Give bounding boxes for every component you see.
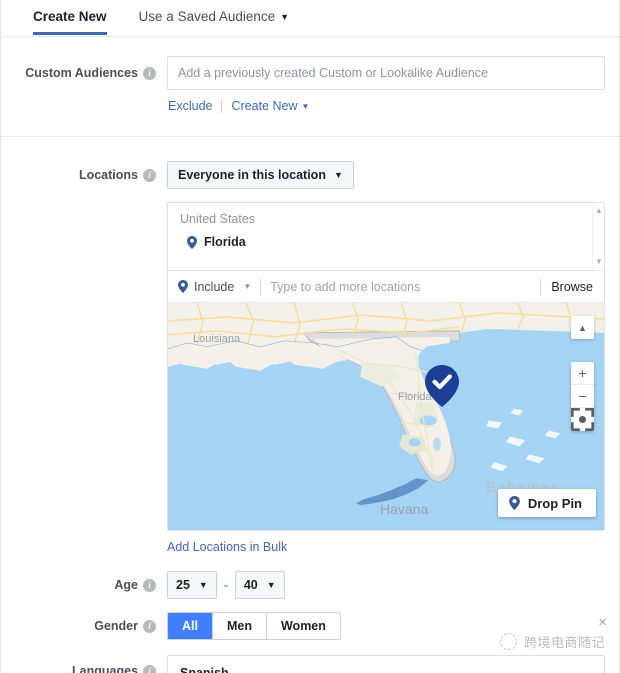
locations-label-group: Locations i [1,161,167,189]
map-collapse-button[interactable]: ▲ [571,316,594,339]
locations-field: Everyone in this location ▼ United State… [167,161,605,556]
tab-use-saved-audience[interactable]: Use a Saved Audience ▼ [139,9,290,34]
gender-option-all[interactable]: All [168,613,213,639]
age-min-value: 25 [176,578,190,592]
chevron-down-icon: ▼ [280,12,290,23]
location-country-header: United States [180,212,256,226]
create-new-audience-link[interactable]: Create New ▼ [231,99,309,113]
gender-label: Gender [94,619,138,633]
divider [260,277,262,296]
locations-row: Locations i Everyone in this location ▼ … [1,137,619,556]
gender-label-group: Gender i [1,612,167,640]
custom-audiences-input[interactable]: Add a previously created Custom or Looka… [167,56,605,90]
age-min-dropdown[interactable]: 25 ▼ [167,571,217,599]
location-add-row: Include ▼ Type to add more locations Bro… [168,270,604,302]
age-range-controls: 25 ▼ - 40 ▼ [167,571,605,599]
age-label-group: Age i [1,571,167,599]
divider [221,99,223,113]
languages-label: Languages [72,664,138,673]
location-scope-dropdown[interactable]: Everyone in this location ▼ [167,161,354,189]
info-icon[interactable]: i [143,578,156,592]
map-zoom-controls: + − [571,362,594,431]
create-new-audience-label: Create New [231,99,298,113]
chevron-up-icon[interactable]: ▲ [593,205,604,217]
location-search-input[interactable]: Type to add more locations [270,280,540,294]
custom-audiences-label-group: Custom Audiences i [1,56,167,90]
gender-field: All Men Women [167,612,605,640]
map-pin-icon [508,496,520,510]
languages-row: Languages i Spanish Enter a language... [1,640,619,673]
location-name: Florida [204,235,246,249]
info-icon[interactable]: i [143,66,156,80]
gender-option-men[interactable]: Men [212,613,267,639]
drop-pin-button[interactable]: Drop Pin [497,489,596,517]
chevron-up-icon: ▲ [578,322,587,333]
languages-field: Spanish Enter a language... [167,655,605,673]
location-scope-value: Everyone in this location [178,168,326,182]
chevron-down-icon: ▼ [333,170,343,180]
map-recenter-button[interactable] [571,408,594,431]
custom-audiences-label: Custom Audiences [25,66,138,80]
info-icon[interactable]: i [143,168,156,182]
languages-box: Spanish Enter a language... [167,655,605,673]
add-locations-in-bulk-link[interactable]: Add Locations in Bulk [167,540,287,554]
close-icon[interactable]: × [598,614,607,631]
age-max-dropdown[interactable]: 40 ▼ [234,571,285,599]
map-pin-icon [187,235,197,249]
map-zoom-out-button[interactable]: − [571,385,594,408]
fullscreen-icon [571,408,594,431]
tab-use-saved-audience-label: Use a Saved Audience [138,9,276,24]
languages-label-group: Languages i [1,655,167,673]
tab-create-new-label: Create New [33,9,107,24]
include-label: Include [194,279,235,294]
custom-audiences-row: Custom Audiences i Add a previously crea… [1,37,619,136]
list-item[interactable]: Spanish [168,656,604,673]
gender-row: Gender i All Men Women [1,599,619,640]
exclude-link[interactable]: Exclude [168,99,212,113]
age-row: Age i 25 ▼ - 40 ▼ [1,556,619,599]
custom-audiences-sublinks: Exclude Create New ▼ [167,99,605,113]
map-pin-icon [178,280,188,293]
locations-box: United States Florida ▲ ▼ Include ▼ Type… [167,202,605,531]
chevron-down-icon: ▼ [301,102,310,112]
info-icon[interactable]: i [143,619,156,633]
info-icon[interactable]: i [143,664,156,673]
locations-scrollbar[interactable]: ▲ ▼ [592,203,604,270]
list-item[interactable]: Florida [180,235,592,249]
include-exclude-dropdown[interactable]: Include ▼ [178,280,251,294]
age-range-separator: - [223,578,228,592]
age-max-value: 40 [243,578,258,592]
age-label: Age [114,578,138,592]
chevron-down-icon: ▼ [198,580,208,590]
age-field: 25 ▼ - 40 ▼ [167,571,605,599]
custom-audiences-field: Add a previously created Custom or Looka… [167,56,605,113]
chevron-down-icon[interactable]: ▼ [593,256,604,268]
gender-segmented-control: All Men Women [167,612,341,640]
chevron-down-icon: ▼ [266,580,276,590]
audience-tab-bar: Create New Use a Saved Audience ▼ [1,0,619,37]
locations-label: Locations [78,168,138,182]
chevron-down-icon: ▼ [243,282,252,291]
location-map[interactable]: Louisiana Florida Bahamas Havana ▲ + − D… [168,302,604,530]
browse-locations-button[interactable]: Browse [540,277,604,296]
tab-create-new[interactable]: Create New [33,9,107,35]
audience-editor-panel: Create New Use a Saved Audience ▼ Custom … [0,0,620,673]
drop-pin-label: Drop Pin [527,495,582,511]
gender-option-women[interactable]: Women [266,613,340,639]
map-zoom-in-button[interactable]: + [571,362,594,385]
selected-locations-list: United States Florida ▲ ▼ [168,203,604,270]
